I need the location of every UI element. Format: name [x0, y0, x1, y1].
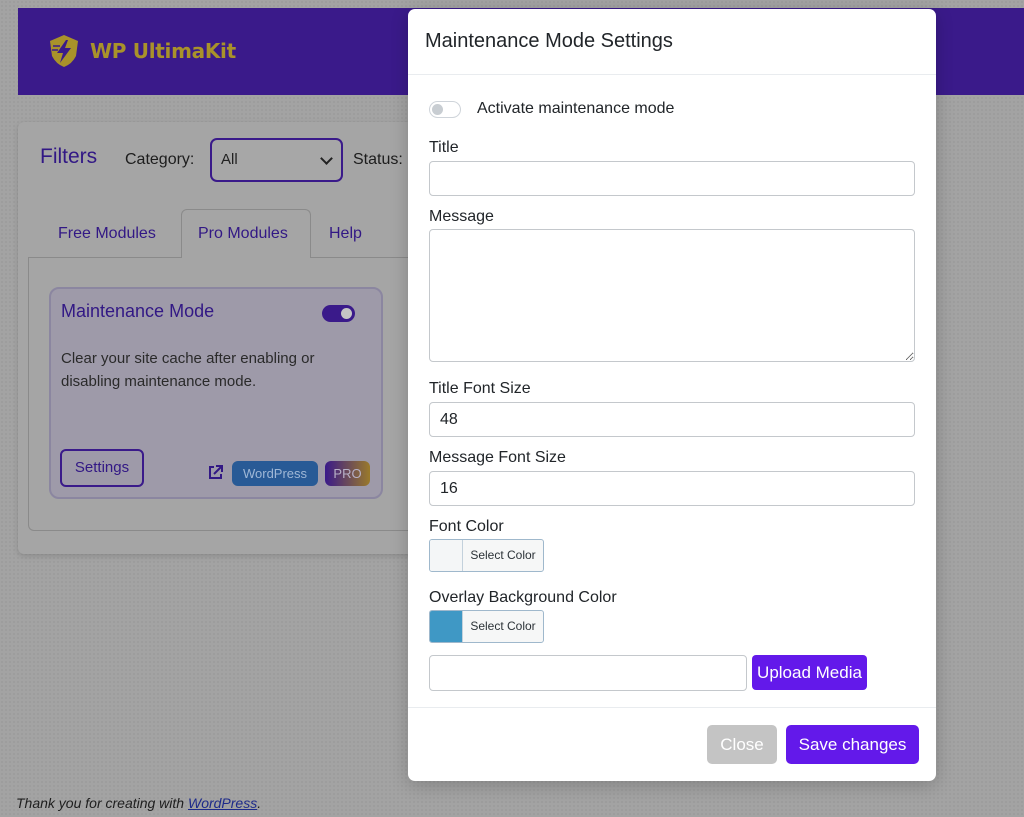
message-textarea[interactable]: [429, 229, 915, 362]
footer-suffix: .: [257, 795, 262, 811]
upload-media-button[interactable]: Upload Media: [752, 655, 867, 690]
media-url-input[interactable]: [429, 655, 747, 691]
activate-maintenance-label: Activate maintenance mode: [477, 100, 675, 117]
close-button[interactable]: Close: [707, 725, 777, 764]
category-value: All: [221, 151, 238, 168]
status-label: Status:: [353, 151, 403, 168]
module-description: Clear your site cache after enabling or …: [61, 350, 315, 390]
admin-footer: Thank you for creating with WordPress.: [16, 795, 261, 811]
modal-footer: Close Save changes: [408, 707, 936, 781]
tab-free-modules[interactable]: Free Modules: [58, 225, 156, 243]
activate-maintenance-switch[interactable]: [429, 100, 461, 118]
overlay-color-select-button[interactable]: Select Color: [463, 611, 543, 642]
chevron-down-icon: [320, 152, 333, 165]
brand-name: WP UltimaKit: [90, 39, 236, 63]
module-toggle[interactable]: [322, 305, 355, 322]
modal-title: Maintenance Mode Settings: [425, 30, 673, 52]
save-changes-button[interactable]: Save changes: [786, 725, 919, 764]
title-input[interactable]: [429, 161, 915, 196]
wordpress-badge: WordPress: [232, 461, 318, 486]
external-link-icon[interactable]: [207, 464, 224, 481]
category-label: Category:: [125, 151, 195, 168]
font-color-label: Font Color: [429, 518, 504, 535]
pro-badge: PRO: [325, 461, 370, 486]
category-select[interactable]: All: [210, 138, 343, 182]
overlay-color-label: Overlay Background Color: [429, 589, 617, 606]
logo: WP UltimaKit: [48, 34, 236, 68]
message-font-size-input[interactable]: [429, 471, 915, 506]
font-color-swatch[interactable]: [430, 540, 463, 571]
maintenance-settings-modal: Maintenance Mode Settings Activate maint…: [408, 9, 936, 781]
message-font-size-label: Message Font Size: [429, 449, 566, 466]
message-label: Message: [429, 208, 494, 225]
overlay-color-swatch[interactable]: [430, 611, 463, 642]
activate-row: Activate maintenance mode: [429, 100, 674, 118]
tab-pro-modules[interactable]: Pro Modules: [198, 225, 288, 243]
tab-help[interactable]: Help: [329, 225, 362, 243]
font-color-picker[interactable]: Select Color: [429, 539, 544, 572]
footer-wordpress-link[interactable]: WordPress: [188, 795, 257, 811]
title-font-size-input[interactable]: [429, 402, 915, 437]
title-font-size-label: Title Font Size: [429, 380, 531, 397]
filters-title: Filters: [40, 145, 98, 168]
module-title: Maintenance Mode: [61, 301, 215, 321]
font-color-select-button[interactable]: Select Color: [463, 540, 543, 571]
modal-header: Maintenance Mode Settings: [408, 9, 936, 75]
module-settings-button[interactable]: Settings: [60, 449, 144, 487]
shield-bolt-icon: [50, 35, 78, 67]
title-label: Title: [429, 139, 459, 156]
overlay-color-picker[interactable]: Select Color: [429, 610, 544, 643]
footer-text: Thank you for creating with: [16, 795, 185, 811]
